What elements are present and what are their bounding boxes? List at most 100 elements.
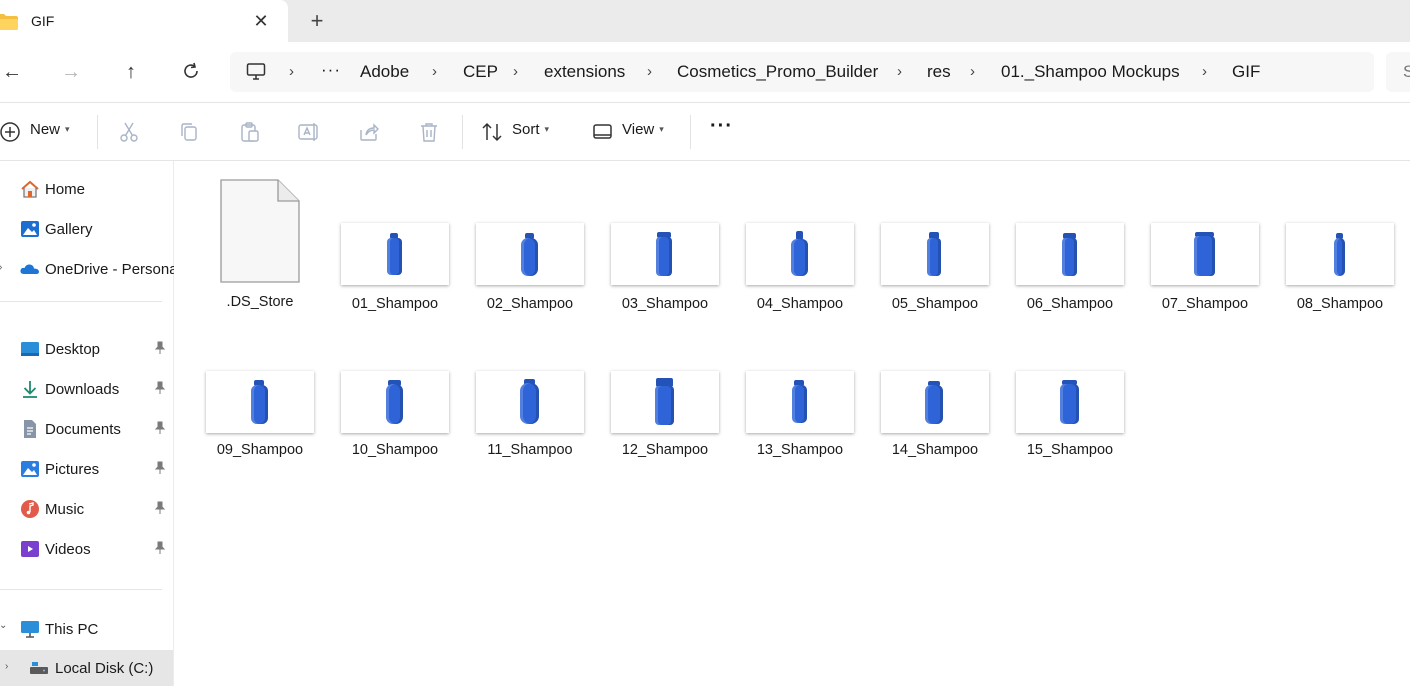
sort-icon[interactable]	[480, 120, 504, 144]
image-thumbnail	[611, 371, 719, 433]
image-thumbnail	[476, 371, 584, 433]
view-icon[interactable]	[591, 120, 615, 144]
file-name: 12_Shampoo	[621, 442, 709, 458]
file-name: 07_Shampoo	[1161, 296, 1249, 312]
plus-circle-icon[interactable]	[0, 120, 22, 144]
divider	[462, 115, 463, 149]
chevron-down-icon: ▾	[659, 124, 664, 134]
sidebar-item-gallery[interactable]: Gallery	[0, 211, 173, 247]
sidebar-item-desktop[interactable]: Desktop	[0, 331, 173, 367]
refresh-icon[interactable]	[181, 61, 201, 81]
breadcrumb-cosmetics-promo-builder[interactable]: Cosmetics_Promo_Builder	[677, 62, 878, 82]
share-icon[interactable]	[357, 120, 381, 144]
sidebar-item-label: Local Disk (C:)	[55, 660, 154, 677]
file-item-03-shampoo[interactable]: 03_Shampoo	[605, 223, 725, 373]
sidebar-item-onedrive[interactable]: › OneDrive - Persona	[0, 251, 178, 287]
file-item-12-shampoo[interactable]: 12_Shampoo	[605, 371, 725, 521]
chevron-right-icon[interactable]: ›	[897, 63, 902, 80]
breadcrumb-gif[interactable]: GIF	[1232, 62, 1260, 82]
address-bar[interactable]: › ··· Adobe › CEP › extensions › Cosmeti…	[230, 52, 1374, 92]
file-name: 13_Shampoo	[756, 442, 844, 458]
new-tab-button[interactable]: +	[305, 10, 329, 34]
sidebar-item-this-pc[interactable]: ⌄ This PC	[0, 611, 173, 647]
chevron-right-icon[interactable]: ›	[0, 262, 2, 273]
sidebar-item-documents[interactable]: Documents	[0, 411, 173, 447]
sort-button[interactable]: Sort ▾	[512, 121, 549, 143]
image-thumbnail	[746, 371, 854, 433]
chevron-right-icon[interactable]: ›	[289, 63, 294, 80]
rename-icon[interactable]	[297, 120, 321, 144]
file-item-11-shampoo[interactable]: 11_Shampoo	[470, 371, 590, 521]
file-item-01-shampoo[interactable]: 01_Shampoo	[335, 223, 455, 373]
chevron-right-icon[interactable]: ›	[5, 661, 8, 672]
image-thumbnail	[341, 223, 449, 285]
music-icon	[21, 500, 39, 518]
file-item-02-shampoo[interactable]: 02_Shampoo	[470, 223, 590, 373]
delete-icon[interactable]	[417, 120, 441, 144]
breadcrumb-shampoo-mockups[interactable]: 01._Shampoo Mockups	[1001, 62, 1180, 82]
up-icon[interactable]: ↑	[119, 60, 143, 84]
sidebar-item-label: Gallery	[45, 221, 93, 238]
copy-icon[interactable]	[177, 120, 201, 144]
file-item-15-shampoo[interactable]: 15_Shampoo	[1010, 371, 1130, 521]
file-item-05-shampoo[interactable]: 05_Shampoo	[875, 223, 995, 373]
file-name: 10_Shampoo	[351, 442, 439, 458]
file-item-14-shampoo[interactable]: 14_Shampoo	[875, 371, 995, 521]
chevron-right-icon[interactable]: ›	[1202, 63, 1207, 80]
pin-icon	[154, 421, 166, 434]
file-name: .DS_Store	[226, 294, 294, 310]
sidebar-item-music[interactable]: Music	[0, 491, 173, 527]
paste-icon[interactable]	[238, 120, 262, 144]
divider	[690, 115, 691, 149]
close-tab-icon[interactable]: ✕	[251, 11, 271, 31]
computer-icon[interactable]	[246, 62, 266, 82]
sidebar-item-downloads[interactable]: Downloads	[0, 371, 173, 407]
tab-gif[interactable]: GIF ✕	[0, 0, 288, 42]
forward-icon[interactable]: →	[59, 60, 83, 84]
breadcrumb-extensions[interactable]: extensions	[544, 62, 625, 82]
cut-icon[interactable]	[117, 120, 141, 144]
document-file-icon	[220, 179, 300, 283]
sidebar-item-label: OneDrive - Persona	[45, 261, 178, 278]
divider	[0, 301, 162, 302]
view-button[interactable]: View ▾	[622, 121, 664, 143]
breadcrumb-res[interactable]: res	[927, 62, 951, 82]
chevron-down-icon[interactable]: ⌄	[0, 620, 7, 631]
breadcrumb-cep[interactable]: CEP	[463, 62, 498, 82]
chevron-right-icon[interactable]: ›	[970, 63, 975, 80]
back-icon[interactable]: ←	[0, 60, 24, 84]
file-item-09-shampoo[interactable]: 09_Shampoo	[200, 371, 320, 521]
chevron-right-icon[interactable]: ›	[513, 63, 518, 80]
file-item-ds-store[interactable]: .DS_Store	[200, 179, 320, 329]
file-item-07-shampoo[interactable]: 07_Shampoo	[1145, 223, 1265, 373]
image-thumbnail	[341, 371, 449, 433]
search-input[interactable]: S	[1386, 52, 1410, 92]
file-name: 03_Shampoo	[621, 296, 709, 312]
chevron-right-icon[interactable]: ›	[647, 63, 652, 80]
new-label: New	[30, 121, 61, 138]
chevron-down-icon: ▾	[544, 124, 550, 134]
file-item-08-shampoo[interactable]: 08_Shampoo	[1280, 223, 1400, 373]
file-item-10-shampoo[interactable]: 10_Shampoo	[335, 371, 455, 521]
image-thumbnail	[881, 223, 989, 285]
sidebar-item-videos[interactable]: Videos	[0, 531, 173, 567]
this-pc-icon	[21, 621, 39, 638]
more-options-button[interactable]: ···	[710, 115, 733, 137]
view-label: View	[622, 121, 655, 138]
file-item-13-shampoo[interactable]: 13_Shampoo	[740, 371, 860, 521]
pictures-icon	[21, 461, 39, 477]
sidebar-item-pictures[interactable]: Pictures	[0, 451, 173, 487]
breadcrumb-overflow[interactable]: ···	[321, 60, 341, 80]
pin-icon	[154, 461, 166, 474]
file-item-06-shampoo[interactable]: 06_Shampoo	[1010, 223, 1130, 373]
image-thumbnail	[1286, 223, 1394, 285]
sidebar-item-label: Music	[45, 501, 85, 518]
breadcrumb-adobe[interactable]: Adobe	[360, 62, 409, 82]
file-item-04-shampoo[interactable]: 04_Shampoo	[740, 223, 860, 373]
sidebar-item-home[interactable]: Home	[0, 171, 173, 207]
sidebar-item-local-disk[interactable]: › Local Disk (C:)	[0, 650, 173, 686]
image-thumbnail	[206, 371, 314, 433]
new-button[interactable]: New ▾	[30, 121, 70, 143]
chevron-right-icon[interactable]: ›	[432, 63, 437, 80]
image-thumbnail	[1151, 223, 1259, 285]
